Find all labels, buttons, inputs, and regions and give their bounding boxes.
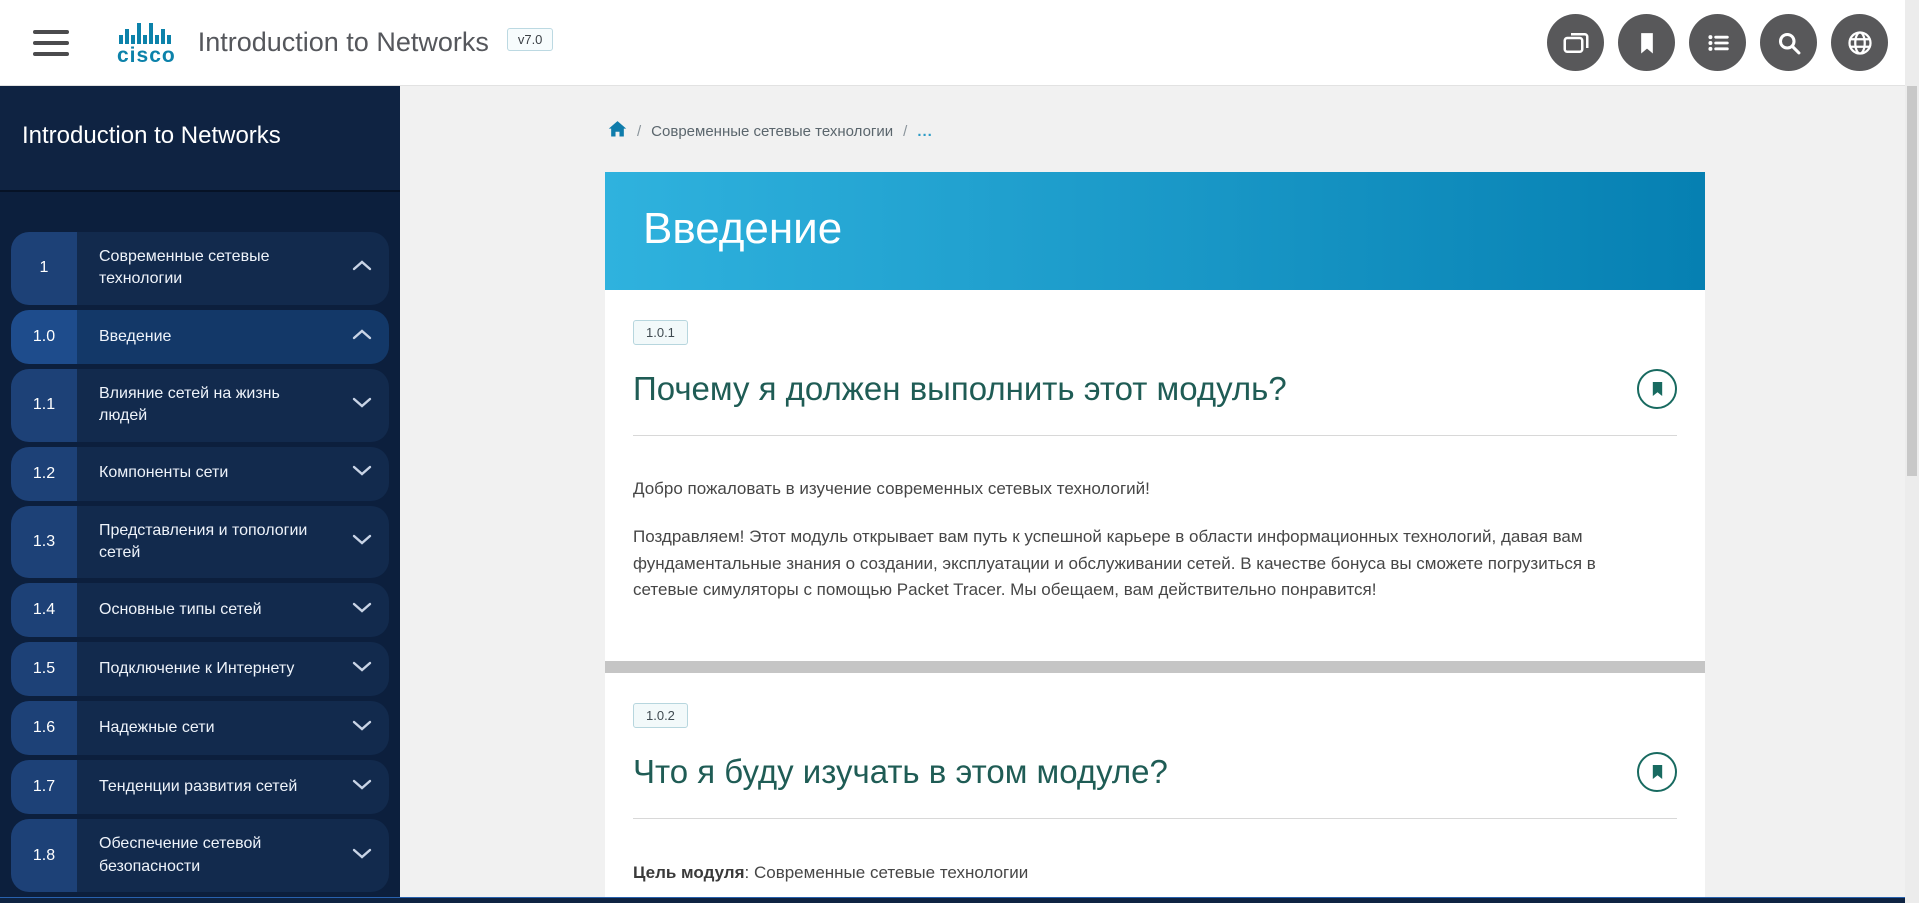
breadcrumb-separator: / [637,123,641,140]
chevron-down-icon [351,531,373,553]
bookmark-topic-button[interactable] [1637,752,1677,792]
sidebar-item-1-7[interactable]: 1.7 Тенденции развития сетей [11,760,389,814]
page-scrollbar[interactable] [1905,0,1919,903]
sidebar-item-1-6[interactable]: 1.6 Надежные сети [11,701,389,755]
item-number: 1 [11,232,77,305]
sidebar-item-1-0[interactable]: 1.0 Введение [11,310,389,364]
list-icon[interactable] [1689,14,1746,71]
version-badge: v7.0 [507,28,554,51]
main-content-area: / Современные сетевые технологии / ... В… [400,86,1919,897]
topic-number-badge: 1.0.1 [633,320,688,345]
cisco-logo[interactable]: cisco [117,19,176,66]
chevron-down-icon [351,717,373,739]
item-number: 1.2 [11,447,77,501]
chevron-down-icon [351,776,373,798]
scrollbar-thumb[interactable] [1907,86,1917,476]
module-goal-label: Цель модуля [633,863,745,882]
chevron-down-icon [351,658,373,680]
content-card: Введение 1.0.1 Почему я должен выполнить… [605,172,1705,897]
paragraph: Поздравляем! Этот модуль открывает вам п… [633,524,1643,603]
item-number: 1.7 [11,760,77,814]
item-number: 1.1 [11,369,77,442]
search-icon[interactable] [1760,14,1817,71]
cisco-logo-bars-icon [118,19,174,44]
hamburger-menu-icon[interactable] [33,23,69,63]
item-number: 1.4 [11,583,77,637]
sidebar-item-1-3[interactable]: 1.3 Представления и топологии сетей [11,506,389,579]
banner-title: Введение [643,204,842,253]
module-nav: 1 Современные сетевые технологии 1.0 Вве… [0,232,400,892]
chevron-up-icon [351,326,373,348]
topic-heading: Что я буду изучать в этом модуле? [633,753,1168,791]
cisco-logo-text: cisco [117,45,176,66]
windows-icon[interactable] [1547,14,1604,71]
sidebar-item-1-5[interactable]: 1.5 Подключение к Интернету [11,642,389,696]
chevron-down-icon [351,462,373,484]
sidebar-item-1[interactable]: 1 Современные сетевые технологии [11,232,389,305]
chevron-down-icon [351,845,373,867]
topic-section-1-0-2: 1.0.2 Что я буду изучать в этом модуле? … [605,673,1705,883]
course-title: Introduction to Networks [198,27,489,58]
item-number: 1.8 [11,819,77,892]
item-number: 1.0 [11,310,77,364]
item-label: Компоненты сети [99,462,228,484]
header-actions [1547,14,1888,71]
chevron-down-icon [351,394,373,416]
item-label: Современные сетевые технологии [99,246,324,291]
paragraph: Добро пожаловать в изучение современных … [633,476,1677,502]
heading-divider [633,818,1677,819]
course-sidebar: Introduction to Networks 1 Современные с… [0,86,400,897]
section-divider-bar [605,661,1705,673]
item-number: 1.6 [11,701,77,755]
item-label: Обеспечение сетевой безопасности [99,833,324,878]
item-number: 1.3 [11,506,77,579]
item-label: Введение [99,326,171,348]
section-banner: Введение [605,172,1705,290]
breadcrumb-ellipsis[interactable]: ... [917,123,933,140]
sidebar-item-1-2[interactable]: 1.2 Компоненты сети [11,447,389,501]
globe-icon[interactable] [1831,14,1888,71]
item-label: Тенденции развития сетей [99,776,297,798]
topic-number-badge: 1.0.2 [633,703,688,728]
chevron-up-icon [351,257,373,279]
chevron-down-icon [351,599,373,621]
bottom-bar [0,897,1919,903]
breadcrumb-separator: / [903,123,907,140]
sidebar-course-title: Introduction to Networks [0,86,400,192]
item-label: Подключение к Интернету [99,658,294,680]
item-number: 1.5 [11,642,77,696]
bookmark-icon[interactable] [1618,14,1675,71]
topic-section-1-0-1: 1.0.1 Почему я должен выполнить этот мод… [605,290,1705,603]
breadcrumb-module-link[interactable]: Современные сетевые технологии [651,123,893,140]
module-goal-text: : Современные сетевые технологии [745,863,1029,882]
heading-divider [633,435,1677,436]
breadcrumb: / Современные сетевые технологии / ... [608,120,933,142]
topic-heading: Почему я должен выполнить этот модуль? [633,370,1287,408]
item-label: Представления и топологии сетей [99,520,324,565]
item-label: Основные типы сетей [99,599,262,621]
sidebar-item-1-4[interactable]: 1.4 Основные типы сетей [11,583,389,637]
sidebar-item-1-8[interactable]: 1.8 Обеспечение сетевой безопасности [11,819,389,892]
home-icon[interactable] [608,120,627,142]
item-label: Влияние сетей на жизнь людей [99,383,324,428]
item-label: Надежные сети [99,717,215,739]
sidebar-item-1-1[interactable]: 1.1 Влияние сетей на жизнь людей [11,369,389,442]
bookmark-topic-button[interactable] [1637,369,1677,409]
app-header: cisco Introduction to Networks v7.0 [0,0,1919,86]
module-goal: Цель модуля: Современные сетевые техноло… [633,863,1677,883]
